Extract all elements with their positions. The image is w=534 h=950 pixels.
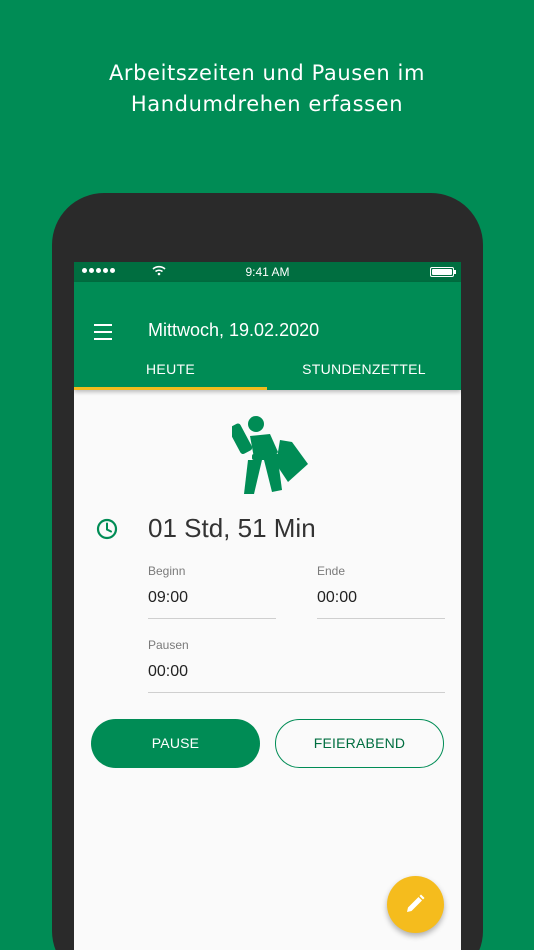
clock-icon (96, 518, 118, 540)
hamburger-menu-icon[interactable] (94, 324, 112, 340)
end-label: Ende (317, 564, 346, 578)
pauses-value[interactable]: 00:00 (148, 663, 188, 681)
begin-value[interactable]: 09:00 (148, 589, 188, 607)
pauses-field[interactable]: Pausen 00:00 (148, 638, 445, 693)
begin-field[interactable]: Beginn 09:00 (148, 564, 276, 619)
promo-headline: Arbeitszeiten und Pausen im Handumdrehen… (0, 58, 534, 120)
person-reclining-icon (232, 416, 308, 494)
begin-label: Beginn (148, 564, 186, 578)
pause-button[interactable]: PAUSE (91, 719, 260, 768)
promo-headline-line-2: Handumdrehen erfassen (130, 92, 404, 116)
edit-fab[interactable] (387, 876, 444, 933)
tab-heute[interactable]: HEUTE (74, 354, 267, 390)
feierabend-button[interactable]: FEIERABEND (275, 719, 444, 768)
date-title: Mittwoch, 19.02.2020 (148, 320, 320, 340)
end-value[interactable]: 00:00 (317, 589, 357, 607)
status-time: 9:41 AM (245, 265, 290, 279)
worked-duration: 01 Std, 51 Min (148, 513, 316, 543)
pencil-edit-icon (407, 894, 425, 912)
battery-icon (430, 267, 456, 277)
app-screen: 9:41 AM Mittwoch, 19.02.2020 HEUTE STUND… (74, 262, 461, 950)
pauses-label: Pausen (148, 638, 189, 652)
promo-headline-line-1: Arbeitszeiten und Pausen im (108, 61, 426, 85)
tab-stundenzettel[interactable]: STUNDENZETTEL (267, 354, 461, 390)
end-field[interactable]: Ende 00:00 (317, 564, 445, 619)
app-bar: Mittwoch, 19.02.2020 HEUTE STUNDENZETTEL (74, 282, 461, 390)
status-bar: 9:41 AM (74, 262, 461, 282)
